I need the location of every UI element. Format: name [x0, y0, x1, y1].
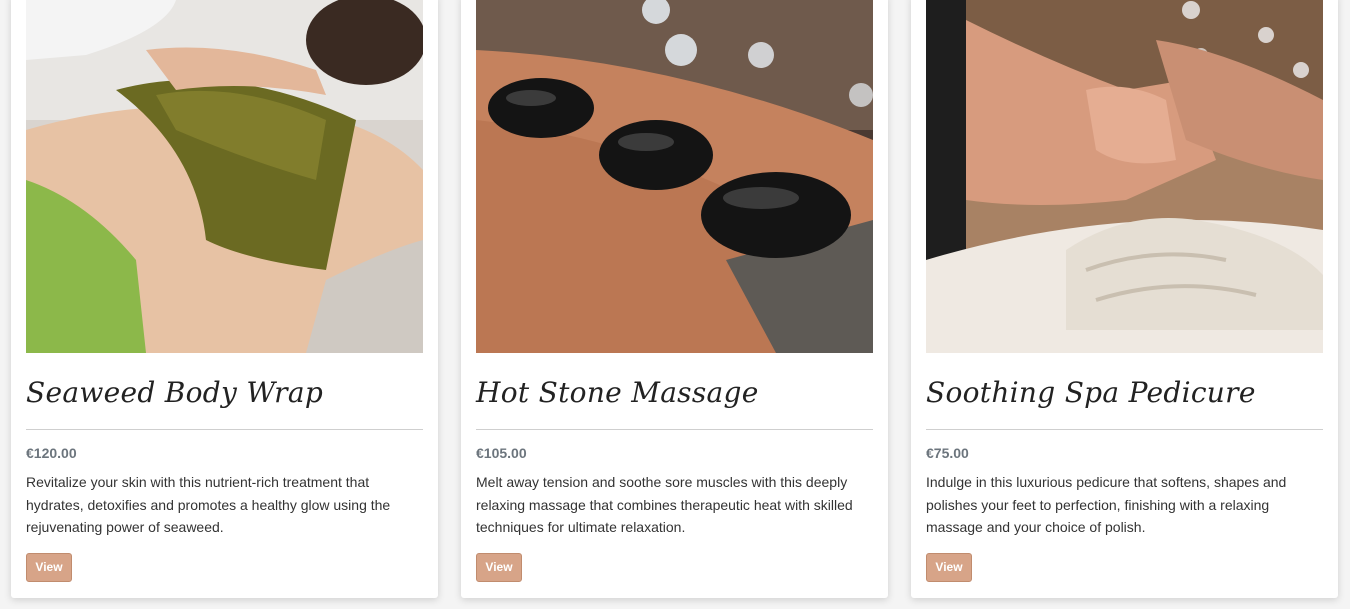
treatment-price: €105.00: [476, 445, 527, 461]
treatment-title: Hot Stone Massage: [476, 376, 759, 409]
treatment-description: Revitalize your skin with this nutrient-…: [26, 474, 391, 535]
divider: [26, 429, 423, 430]
divider: [476, 429, 873, 430]
treatment-price: €120.00: [26, 445, 77, 461]
treatment-card-hot-stone: Hot Stone Massage €105.00 Melt away tens…: [461, 0, 888, 598]
treatment-card-grid: Seaweed Body Wrap €120.00 Revitalize you…: [0, 0, 1350, 609]
treatment-description: Melt away tension and soothe sore muscle…: [476, 474, 853, 535]
hot-stones-photo: [476, 0, 873, 353]
treatment-price: €75.00: [926, 445, 969, 461]
treatment-card-seaweed: Seaweed Body Wrap €120.00 Revitalize you…: [11, 0, 438, 598]
treatment-title: Soothing Spa Pedicure: [926, 376, 1256, 409]
treatment-card-pedicure: Soothing Spa Pedicure €75.00 Indulge in …: [911, 0, 1338, 598]
view-button[interactable]: View: [26, 553, 72, 582]
treatment-title: Seaweed Body Wrap: [26, 376, 324, 409]
divider: [926, 429, 1323, 430]
seaweed-wrap-photo: [26, 0, 423, 353]
view-button[interactable]: View: [476, 553, 522, 582]
treatment-description: Indulge in this luxurious pedicure that …: [926, 474, 1287, 535]
pedicure-photo: [926, 0, 1323, 353]
view-button[interactable]: View: [926, 553, 972, 582]
